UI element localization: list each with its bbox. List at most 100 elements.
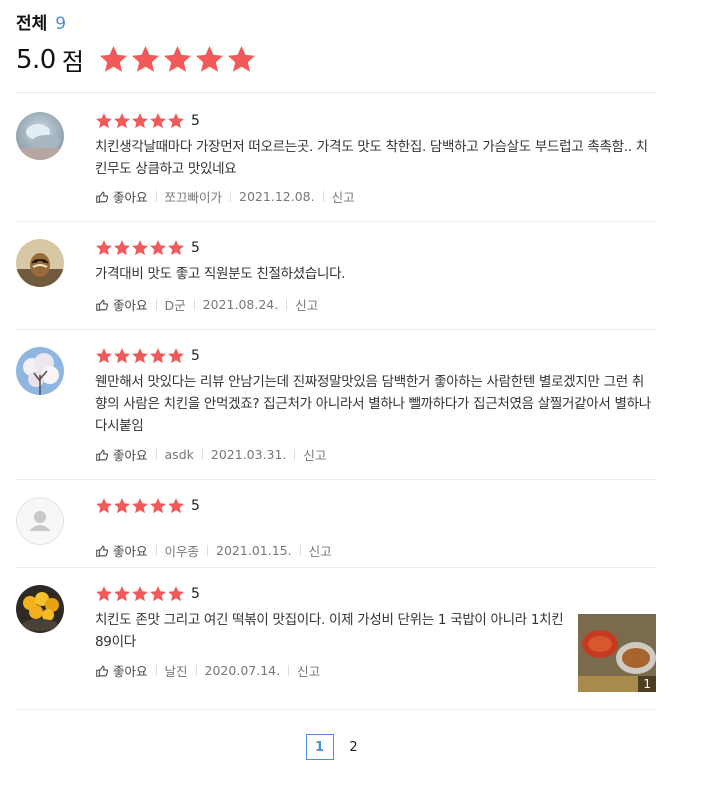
page-1[interactable]: 1 <box>305 734 334 760</box>
photo-count: 1 <box>638 676 656 692</box>
score-unit: 점 <box>61 48 84 76</box>
divider <box>230 191 232 202</box>
review-item: 5 치킨도 존맛 그리고 여긴 떡볶이 맛집이다. 이제 가성비 단위는 1 국… <box>16 568 656 710</box>
divider <box>322 191 324 202</box>
review-meta: 좋아요 asdk 2021.03.31. 신고 <box>95 445 326 464</box>
rating-number: 5 <box>191 348 200 364</box>
review-text: 치킨생각날때마다 가장먼저 떠오르는곳. 가격도 맛도 착한집. 담백하고 가슴… <box>95 139 648 177</box>
star-icon <box>114 113 130 129</box>
average-score: 5.0 <box>16 44 56 75</box>
avatar[interactable] <box>16 239 64 287</box>
review-item: 5 가격대비 맛도 좋고 직원분도 친절하셨습니다. 좋아요 D군 2021.0… <box>16 222 656 330</box>
review-rating: 5 <box>95 239 656 257</box>
star-rating <box>95 239 185 257</box>
star-icon <box>168 498 184 514</box>
like-button[interactable]: 좋아요 <box>95 295 148 314</box>
avatar[interactable] <box>16 112 64 160</box>
star-icon <box>227 45 256 72</box>
review-author[interactable]: 날진 <box>165 661 188 680</box>
avatar[interactable] <box>16 585 64 633</box>
divider <box>299 545 301 556</box>
total-count: 9 <box>55 14 67 34</box>
divider <box>155 545 157 556</box>
review-meta: 좋아요 날진 2020.07.14. 신고 <box>95 661 320 680</box>
pagination: 12 <box>0 734 703 760</box>
like-label: 좋아요 <box>113 298 148 313</box>
divider <box>155 191 157 202</box>
review-rating: 5 <box>95 347 656 365</box>
star-icon <box>168 586 184 602</box>
star-rating <box>95 112 185 130</box>
star-icon <box>99 45 128 72</box>
review-rating: 5 <box>95 112 656 130</box>
rating-summary: 전체 9 5.0 점 <box>16 9 257 77</box>
avatar[interactable] <box>16 347 64 395</box>
report-button[interactable]: 신고 <box>297 661 320 680</box>
review-item: 5 좋아요 이우종 2021.01.15. 신고 <box>16 480 656 568</box>
star-icon <box>132 240 148 256</box>
review-meta: 좋아요 D군 2021.08.24. 신고 <box>95 295 318 314</box>
review-item: 5 치킨생각날때마다 가장먼저 떠오르는곳. 가격도 맛도 착한집. 담백하고 … <box>16 93 656 222</box>
star-icon <box>150 348 166 364</box>
total-label: 전체 <box>16 14 48 34</box>
review-date: 2021.01.15. <box>216 543 292 558</box>
report-button[interactable]: 신고 <box>309 541 332 560</box>
star-icon <box>150 113 166 129</box>
report-button[interactable]: 신고 <box>332 187 355 206</box>
star-icon <box>96 498 112 514</box>
like-button[interactable]: 좋아요 <box>95 541 148 560</box>
star-rating <box>95 585 185 603</box>
avatar[interactable] <box>16 497 64 545</box>
review-body: 5 가격대비 맛도 좋고 직원분도 친절하셨습니다. <box>95 239 656 285</box>
review-date: 2021.08.24. <box>202 297 279 312</box>
star-icon <box>168 240 184 256</box>
page-2[interactable]: 2 <box>340 734 368 760</box>
report-button[interactable]: 신고 <box>295 295 318 314</box>
thumbs-up-icon <box>96 191 109 203</box>
thumbs-up-icon <box>96 665 109 677</box>
review-author[interactable]: 이우종 <box>165 541 200 560</box>
thumbs-up-icon <box>96 299 109 311</box>
divider <box>195 665 197 676</box>
like-button[interactable]: 좋아요 <box>95 187 148 206</box>
star-icon <box>114 498 130 514</box>
review-photo[interactable]: 1 <box>578 614 656 692</box>
divider <box>193 299 195 310</box>
star-icon <box>132 348 148 364</box>
star-rating <box>95 497 185 515</box>
divider <box>155 449 157 460</box>
review-body: 5 <box>95 497 656 515</box>
divider <box>294 449 296 460</box>
star-icon <box>168 113 184 129</box>
rating-number: 5 <box>191 586 200 602</box>
rating-number: 5 <box>191 240 200 256</box>
like-label: 좋아요 <box>113 664 148 679</box>
star-icon <box>132 498 148 514</box>
review-body: 5 웬만해서 맛있다는 리뷰 안남기는데 진짜정말맛있음 담백한거 좋아하는 사… <box>95 347 656 437</box>
star-icon <box>96 240 112 256</box>
review-date: 2021.12.08. <box>239 189 315 204</box>
like-button[interactable]: 좋아요 <box>95 445 148 464</box>
like-label: 좋아요 <box>113 544 148 559</box>
divider <box>155 665 157 676</box>
review-list: 5 치킨생각날때마다 가장먼저 떠오르는곳. 가격도 맛도 착한집. 담백하고 … <box>16 92 656 710</box>
review-author[interactable]: D군 <box>165 295 186 314</box>
star-icon <box>168 348 184 364</box>
star-icon <box>114 348 130 364</box>
divider <box>286 299 288 310</box>
star-icon <box>150 586 166 602</box>
star-icon <box>131 45 160 72</box>
review-author[interactable]: 쪼끄빠이가 <box>165 187 223 206</box>
review-author[interactable]: asdk <box>165 447 194 462</box>
like-button[interactable]: 좋아요 <box>95 661 148 680</box>
star-icon <box>96 586 112 602</box>
star-icon <box>163 45 192 72</box>
divider <box>207 545 209 556</box>
report-button[interactable]: 신고 <box>303 445 326 464</box>
review-date: 2021.03.31. <box>210 447 287 462</box>
star-icon <box>132 113 148 129</box>
review-date: 2020.07.14. <box>204 663 281 678</box>
star-icon <box>114 586 130 602</box>
review-body: 5 치킨생각날때마다 가장먼저 떠오르는곳. 가격도 맛도 착한집. 담백하고 … <box>95 112 656 180</box>
review-item: 5 웬만해서 맛있다는 리뷰 안남기는데 진짜정말맛있음 담백한거 좋아하는 사… <box>16 330 656 480</box>
